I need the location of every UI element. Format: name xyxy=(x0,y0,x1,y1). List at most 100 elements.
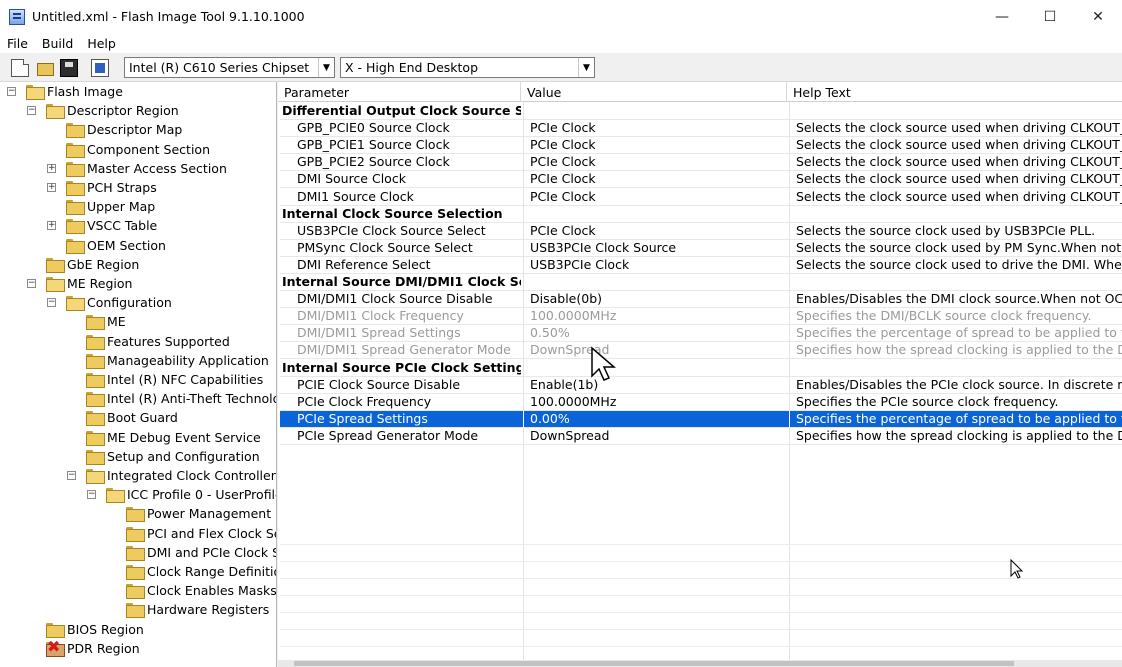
tree-item[interactable]: + Master Access Section xyxy=(47,159,227,178)
expand-icon[interactable]: + xyxy=(47,163,56,173)
value-cell[interactable] xyxy=(523,359,787,377)
tree-item[interactable]: Hardware Registers xyxy=(126,600,269,619)
value-cell[interactable] xyxy=(523,103,787,120)
tree-item[interactable]: Manageability Application xyxy=(86,351,269,370)
chevron-down-icon[interactable]: ▼ xyxy=(578,58,594,77)
tree-item[interactable]: BIOS Region xyxy=(46,620,144,639)
collapse-icon[interactable]: − xyxy=(27,106,36,116)
expand-icon[interactable]: + xyxy=(47,183,56,192)
tree-item[interactable]: − ME Region xyxy=(27,274,132,293)
tree-item[interactable]: Upper Map xyxy=(66,197,155,216)
menu-build[interactable]: Build xyxy=(35,36,80,51)
tree-panel[interactable]: − Flash Image − Descriptor Region Descriptor… xyxy=(0,82,277,667)
sku-select[interactable]: X - High End Desktop ▼ xyxy=(340,57,595,78)
tree-item[interactable]: Intel (R) Anti-Theft Technolo xyxy=(86,389,276,408)
grid-row[interactable]: DMI/DMI1 Spread Settings 0.50% Specifies t… xyxy=(280,325,1122,343)
grid-row[interactable]: DMI/DMI1 Spread Generator Mode DownSpread… xyxy=(280,342,1122,360)
value-cell[interactable]: 0.00% xyxy=(523,410,787,428)
tree-item[interactable]: − Integrated Clock Controller xyxy=(67,466,276,485)
grid-row[interactable]: DMI Reference Select USB3PCIe Clock Select… xyxy=(280,256,1122,274)
tree-item[interactable]: ✖ PDR Region xyxy=(46,638,140,658)
grid-row[interactable]: PCIe Clock Frequency 100.0000MHz Specifies… xyxy=(280,393,1122,411)
grid-row[interactable]: PCIe Spread Generator Mode DownSpread Spec… xyxy=(280,427,1122,445)
value-cell[interactable]: PCIe Clock xyxy=(523,171,787,189)
grid-row[interactable]: PCIE Clock Source Disable Enable(1b) Enabl… xyxy=(280,376,1122,394)
value-cell[interactable]: PCIe Clock xyxy=(523,120,787,138)
tree-item[interactable]: Clock Enables Masks xyxy=(126,581,276,600)
grid-row[interactable]: GPB_PCIE0 Source Clock PCIe Clock Selects … xyxy=(280,120,1122,138)
value-cell[interactable]: Disable(0b) xyxy=(523,291,787,309)
grid-section-header[interactable]: Differential Output Clock Source Sele... xyxy=(280,103,1122,120)
collapse-icon[interactable]: − xyxy=(87,490,96,500)
grid-row[interactable]: PCIe Spread Settings 0.00% Specifies the p… xyxy=(280,410,1122,428)
minimize-button[interactable]: — xyxy=(978,0,1026,33)
value-cell[interactable]: PCIe Clock xyxy=(523,188,787,206)
grid-row[interactable]: DMI/DMI1 Clock Source Disable Disable(0b)… xyxy=(280,291,1122,309)
value-cell[interactable]: USB3PCIe Clock Source xyxy=(523,239,787,257)
grid-section-header[interactable]: Internal Source PCIe Clock Settings xyxy=(280,359,1122,377)
tree-item-label: ME Debug Event Service xyxy=(107,429,261,445)
tree-item[interactable]: PCI and Flex Clock Set xyxy=(126,524,276,543)
tree-item[interactable]: Boot Guard xyxy=(86,408,178,427)
build-icon[interactable] xyxy=(91,59,109,77)
value-cell[interactable] xyxy=(523,274,787,291)
grid-row[interactable]: PMSync Clock Source Select USB3PCIe Clock… xyxy=(280,239,1122,257)
grid-row[interactable]: DMI1 Source Clock PCIe Clock Selects the c… xyxy=(280,188,1122,206)
grid-row[interactable]: DMI/DMI1 Clock Frequency 100.0000MHz Speci… xyxy=(280,308,1122,326)
value-cell[interactable] xyxy=(523,205,787,223)
grid-row[interactable]: USB3PCIe Clock Source Select PCIe Clock Se… xyxy=(280,222,1122,240)
tree-item[interactable]: Intel (R) NFC Capabilities xyxy=(86,370,263,389)
value-cell[interactable]: Enable(1b) xyxy=(523,376,787,394)
save-icon[interactable] xyxy=(60,59,78,77)
value-cell[interactable]: PCIe Clock xyxy=(523,222,787,240)
grid-row[interactable]: GPB_PCIE2 Source Clock PCIe Clock Selects … xyxy=(280,154,1122,172)
grid-row[interactable]: GPB_PCIE1 Source Clock PCIe Clock Selects … xyxy=(280,137,1122,155)
tree-item[interactable]: ME Debug Event Service xyxy=(86,428,261,447)
value-cell[interactable]: PCIe Clock xyxy=(523,137,787,155)
column-header-help[interactable]: Help Text xyxy=(787,82,1122,102)
collapse-icon[interactable]: − xyxy=(27,279,36,288)
value-cell[interactable]: DownSpread xyxy=(523,342,787,360)
tree-item[interactable]: + VSCC Table xyxy=(47,216,157,235)
tree-item[interactable]: Features Supported xyxy=(86,332,230,351)
value-cell[interactable]: DownSpread xyxy=(523,427,787,445)
tree-item[interactable]: Component Section xyxy=(66,140,210,159)
open-icon[interactable] xyxy=(36,59,54,77)
tree-item[interactable]: + PCH Straps xyxy=(47,178,157,197)
horizontal-scrollbar[interactable] xyxy=(278,660,1122,667)
new-icon[interactable] xyxy=(11,59,29,77)
tree-item[interactable]: Descriptor Map xyxy=(66,120,182,139)
close-button[interactable]: ✕ xyxy=(1074,0,1122,33)
tree-item[interactable]: OEM Section xyxy=(66,236,166,255)
collapse-icon[interactable]: − xyxy=(7,87,16,96)
grid-section-header[interactable]: Internal Source DMI/DMI1 Clock Setti... xyxy=(280,274,1122,291)
menu-file[interactable]: File xyxy=(0,36,35,51)
value-cell[interactable]: 0.50% xyxy=(523,325,787,343)
tree-item[interactable]: − ICC Profile 0 - UserProfile xyxy=(87,485,276,504)
chevron-down-icon[interactable]: ▼ xyxy=(318,58,334,77)
scrollbar-thumb[interactable] xyxy=(294,661,1014,666)
tree-item[interactable]: − Flash Image xyxy=(7,82,123,101)
value-cell[interactable]: USB3PCIe Clock xyxy=(523,256,787,274)
tree-item[interactable]: Power Management S xyxy=(126,504,276,523)
collapse-icon[interactable]: − xyxy=(67,471,76,480)
grid-row[interactable]: DMI Source Clock PCIe Clock Selects the cl… xyxy=(280,171,1122,189)
tree-item[interactable]: Setup and Configuration xyxy=(86,447,260,466)
tree-item[interactable]: DMI and PCIe Clock S xyxy=(126,543,276,562)
tree-item[interactable]: GbE Region xyxy=(46,255,139,274)
expand-icon[interactable]: + xyxy=(47,221,56,231)
collapse-icon[interactable]: − xyxy=(47,298,56,308)
maximize-button[interactable]: ☐ xyxy=(1026,0,1074,33)
column-header-parameter[interactable]: Parameter xyxy=(278,82,521,102)
chipset-select[interactable]: Intel (R) C610 Series Chipset ▼ xyxy=(124,57,335,78)
value-cell[interactable]: PCIe Clock xyxy=(523,154,787,172)
tree-item[interactable]: Clock Range Definitio xyxy=(126,562,276,581)
tree-item[interactable]: − Configuration xyxy=(47,293,172,312)
value-cell[interactable]: 100.0000MHz xyxy=(523,393,787,411)
tree-item[interactable]: − Descriptor Region xyxy=(27,101,179,120)
column-header-value[interactable]: Value xyxy=(521,82,787,102)
value-cell[interactable]: 100.0000MHz xyxy=(523,308,787,326)
menu-help[interactable]: Help xyxy=(80,36,123,51)
grid-section-header[interactable]: Internal Clock Source Selection xyxy=(280,205,1122,223)
tree-item[interactable]: ME xyxy=(86,312,126,331)
